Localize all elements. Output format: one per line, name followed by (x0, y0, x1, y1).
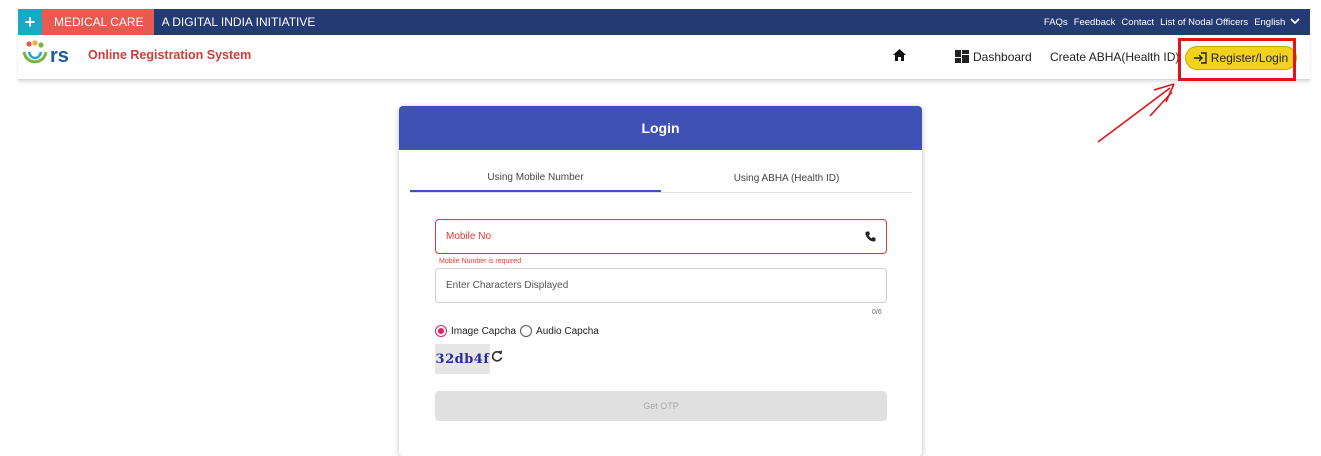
top-bar: + MEDICAL CARE A DIGITAL INDIA INITIATIV… (18, 9, 1310, 35)
ors-logo[interactable]: rs (20, 40, 82, 68)
mobile-error-text: Mobile Number is required (439, 258, 522, 265)
dashboard-link[interactable]: Dashboard (973, 50, 1032, 64)
image-captcha-radio[interactable] (435, 325, 447, 337)
login-title: Login (399, 106, 922, 150)
login-card: Login Using Mobile Number Using ABHA (He… (399, 106, 922, 456)
nodal-officers-link[interactable]: List of Nodal Officers (1160, 17, 1248, 28)
tab-mobile-number[interactable]: Using Mobile Number (410, 164, 661, 192)
captcha-char-counter: 0/6 (872, 309, 882, 316)
captcha-image: 32db4f (435, 344, 490, 374)
mobile-number-input[interactable]: Mobile No (435, 219, 887, 254)
dashboard-icon (955, 50, 969, 63)
get-otp-button[interactable]: Get OTP (435, 391, 887, 421)
home-icon[interactable] (893, 49, 906, 61)
login-tabs: Using Mobile Number Using ABHA (Health I… (410, 164, 912, 193)
image-captcha-label: Image Capcha (451, 325, 517, 337)
logo-text: rs (50, 45, 69, 67)
header: rs Online Registration System Dashboard … (18, 35, 1310, 80)
highlight-box (1178, 38, 1296, 81)
initiative-label: A DIGITAL INDIA INITIATIVE (161, 15, 316, 29)
feedback-link[interactable]: Feedback (1074, 17, 1116, 28)
top-links: FAQs Feedback Contact List of Nodal Offi… (1044, 17, 1310, 28)
system-name: Online Registration System (88, 48, 252, 62)
audio-captcha-label: Audio Capcha (536, 325, 599, 337)
audio-captcha-radio[interactable] (520, 325, 533, 337)
tab-abha-id[interactable]: Using ABHA (Health ID) (661, 164, 912, 192)
brand-label: MEDICAL CARE (42, 9, 154, 35)
phone-icon (865, 231, 876, 242)
chevron-down-icon (1290, 17, 1300, 24)
pointer-arrow (1097, 83, 1175, 143)
captcha-input[interactable]: Enter Characters Displayed (435, 268, 887, 303)
captcha-placeholder: Enter Characters Displayed (446, 280, 569, 291)
plus-icon: + (18, 9, 42, 35)
faqs-link[interactable]: FAQs (1044, 17, 1068, 28)
language-select[interactable]: English (1254, 17, 1300, 28)
mobile-placeholder: Mobile No (446, 231, 492, 242)
create-abha-link[interactable]: Create ABHA(Health ID) (1050, 50, 1179, 64)
captcha-type-radios: Image Capcha Audio Capcha (435, 325, 599, 337)
refresh-icon[interactable] (491, 350, 503, 362)
contact-link[interactable]: Contact (1121, 17, 1154, 28)
language-label: English (1254, 16, 1286, 28)
